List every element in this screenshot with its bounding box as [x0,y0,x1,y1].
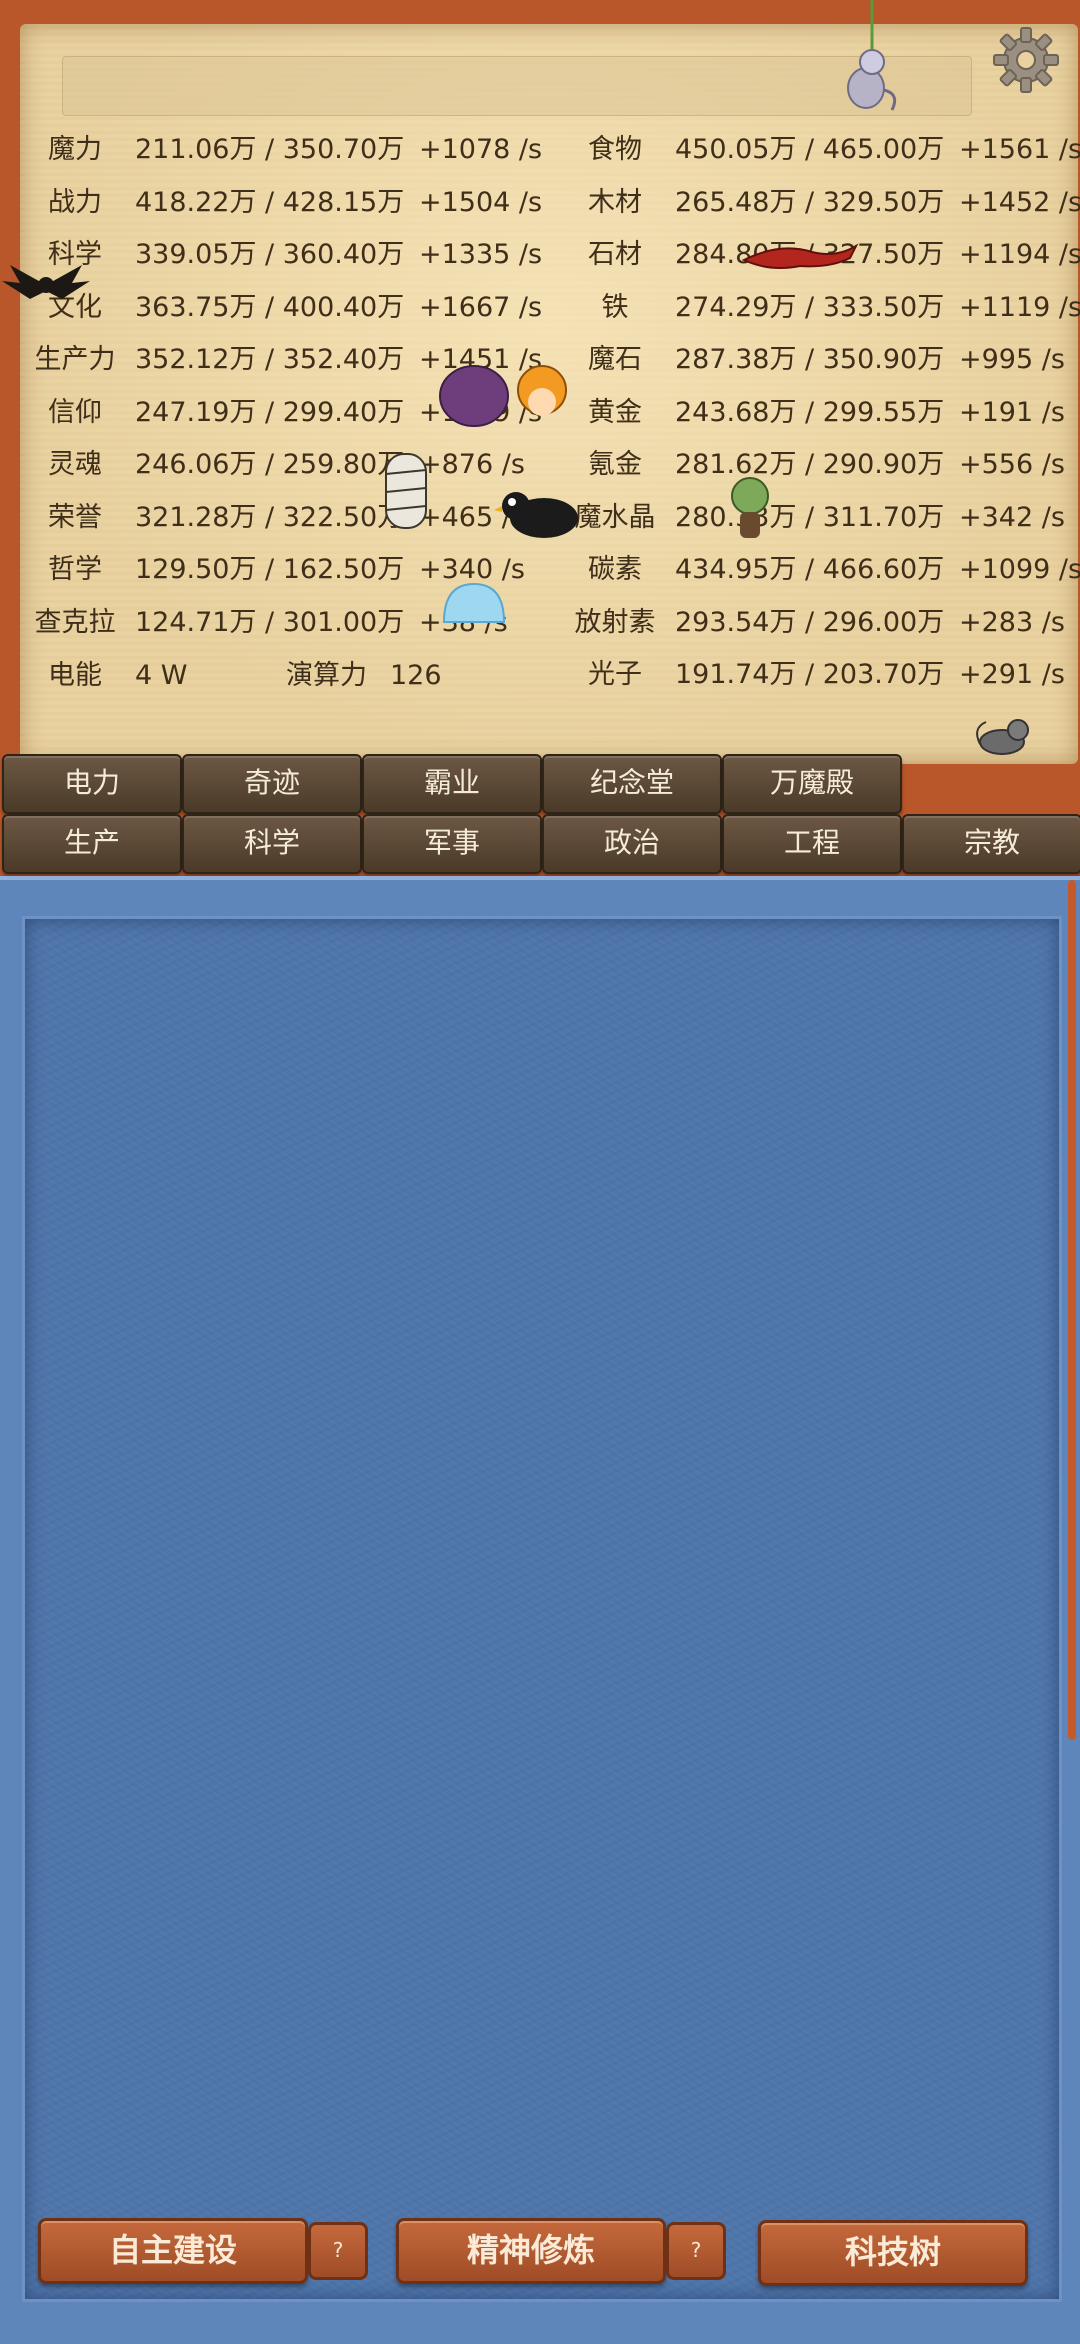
resource-amount: 339.05万 / 360.40万 [135,239,405,270]
tab-tabs_row2-3[interactable]: 政治 [542,814,722,874]
tech-tree-button[interactable]: 科技树 [758,2220,1028,2286]
resource-amount: 211.06万 / 350.70万 [135,134,405,165]
settings-gear-icon[interactable] [990,24,1062,96]
resource-amount: 321.28万 / 322.50万 [135,501,405,533]
rat-sprite-icon [976,719,1029,755]
mummy-sprite-icon [385,453,427,529]
resource-amount: 129.50万 / 162.50万 [135,554,405,585]
tab-tabs_row1-2[interactable]: 霸业 [362,754,542,814]
resource-rate: +1194 /s [959,239,1080,270]
resource-rate: +995 /s [959,344,1065,375]
resource-rate: +1504 /s [419,186,543,218]
train-help-button[interactable]: ? [666,2222,726,2280]
resource-name: 荣誉 [48,501,102,533]
bat-sprite-icon [2,265,90,299]
resource-rate: +1452 /s [959,186,1080,218]
resource-rate: +191 /s [959,396,1065,428]
resource-amount: 265.48万 / 329.50万 [675,186,945,218]
resource-name: 信仰 [48,396,102,428]
tab-tabs_row2-1[interactable]: 科学 [182,814,362,874]
tab-tabs_row2-2[interactable]: 军事 [362,814,542,874]
resource-amount: 287.38万 / 350.90万 [675,344,945,375]
resource-rate: +291 /s [959,659,1065,690]
resource-amount: 450.05万 / 465.00万 [675,134,945,165]
crow-sprite-icon [494,492,578,538]
resource-rate: +1119 /s [959,291,1080,323]
power-value: 4 W [135,660,188,691]
resource-name: 灵魂 [48,449,102,480]
compute-label: 演算力 [286,660,367,691]
resource-rate: +283 /s [959,606,1065,638]
goblin-sprite-icon [731,477,769,538]
resource-amount: 191.74万 / 203.70万 [675,659,945,690]
monkey-sprite-icon [847,0,897,111]
resource-rate: +1099 /s [959,554,1080,585]
resource-name: 查克拉 [34,606,116,638]
train-button[interactable]: 精神修炼 [396,2218,666,2284]
compute-value: 126 [390,660,442,691]
tab-tabs_row2-0[interactable]: 生产 [2,814,182,874]
resource-amount: 124.71万 / 301.00万 [135,606,405,638]
resource-amount: 363.75万 / 400.40万 [135,291,405,323]
tab-tabs_row1-4[interactable]: 万魔殿 [722,754,902,814]
resource-amount: 243.68万 / 299.55万 [675,396,945,428]
resource-name: 放射素 [574,606,656,638]
resource-name: 木材 [588,186,642,218]
resource-name: 食物 [588,134,642,165]
resource-rate: +556 /s [959,449,1065,480]
resource-name: 哲学 [48,554,102,585]
resource-amount: 246.06万 / 259.80万 [135,449,405,480]
content-area[interactable] [22,916,1062,2302]
resource-rate: +1335 /s [419,239,543,270]
resource-name: 战力 [48,186,102,218]
resource-name: 石材 [588,239,642,270]
build-help-button[interactable]: ? [308,2222,368,2280]
resource-name: 黄金 [588,396,642,428]
resource-amount: 352.12万 / 352.40万 [135,344,405,375]
tab-tabs_row1-1[interactable]: 奇迹 [182,754,362,814]
resource-name: 光子 [588,659,642,690]
build-button[interactable]: 自主建设 [38,2218,308,2284]
scrollbar[interactable] [1068,880,1076,1740]
tab-tabs_row1-3[interactable]: 纪念堂 [542,754,722,814]
resource-rate: +1078 /s [419,134,543,165]
power-label: 电能 [48,660,102,691]
resource-amount: 274.29万 / 333.50万 [675,291,945,323]
resource-amount: 247.19万 / 299.40万 [135,396,405,428]
resource-name: 碳素 [588,554,642,585]
resource-rate: +342 /s [959,501,1065,533]
resource-amount: 418.22万 / 428.15万 [135,186,405,218]
resource-rate: +1561 /s [959,134,1080,165]
resource-name: 铁 [601,291,629,323]
resource-amount: 434.95万 / 466.60万 [675,554,945,585]
resource-name: 生产力 [34,344,116,375]
resource-rate: +1667 /s [419,291,543,323]
resource-name: 魔力 [48,134,102,165]
resource-amount: 293.54万 / 296.00万 [675,606,945,638]
slime-sprite-icon [442,582,506,623]
red-dragon-sprite-icon [741,243,859,269]
resource-amount: 280.33万 / 311.70万 [675,501,945,533]
hero-sprites-icon [439,365,567,427]
tab-tabs_row2-5[interactable]: 宗教 [902,814,1080,874]
resource-amount: 281.62万 / 290.90万 [675,449,945,480]
tab-tabs_row1-0[interactable]: 电力 [2,754,182,814]
resource-name: 魔石 [588,344,642,375]
tab-tabs_row2-4[interactable]: 工程 [722,814,902,874]
